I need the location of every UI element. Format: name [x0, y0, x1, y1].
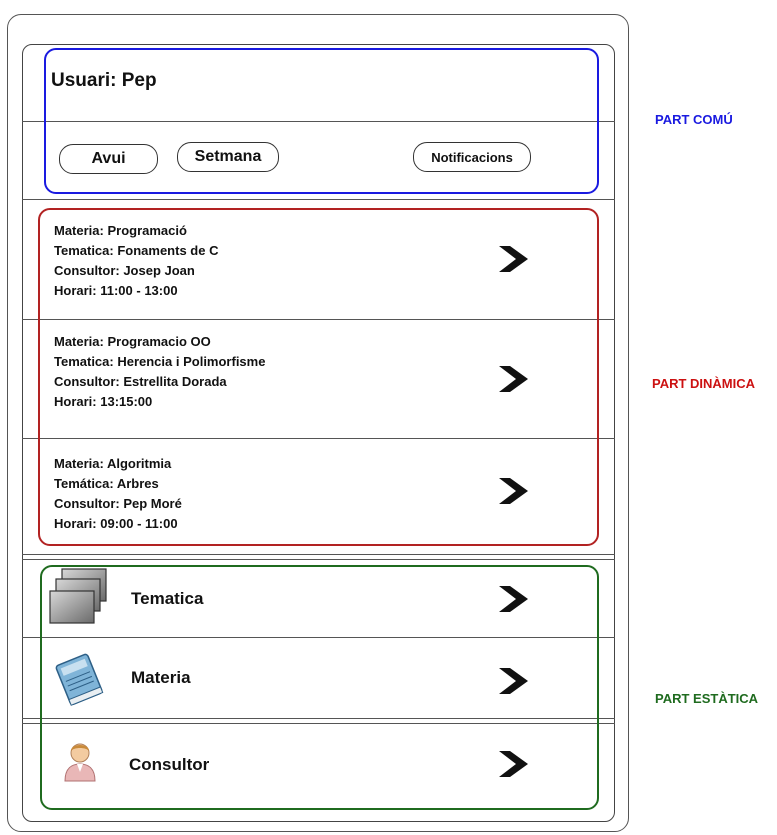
session-materia: Materia: Algoritmia: [54, 456, 172, 471]
session-tematica: Temática: Arbres: [54, 476, 159, 491]
session-horari: Horari: 13:15:00: [54, 394, 153, 409]
divider: [22, 554, 615, 555]
divider: [22, 559, 615, 560]
menu-item-consultor[interactable]: Consultor: [129, 755, 209, 775]
session-materia: Materia: Programacio OO: [54, 334, 211, 349]
book-icon: [50, 648, 110, 715]
session-consultor: Consultor: Estrellita Dorada: [54, 374, 227, 389]
stacked-layers-icon: [48, 567, 110, 634]
chevron-right-icon[interactable]: [497, 362, 531, 396]
divider: [22, 723, 615, 724]
divider: [22, 199, 615, 200]
session-item[interactable]: Materia: Programacio OO Tematica: Herenc…: [54, 332, 265, 412]
session-item[interactable]: Materia: Algoritmia Temática: Arbres Con…: [54, 454, 182, 534]
session-horari: Horari: 09:00 - 11:00: [54, 516, 178, 531]
common-part-label: PART COMÚ: [655, 112, 733, 127]
session-item[interactable]: Materia: Programació Tematica: Fonaments…: [54, 221, 218, 301]
session-tematica: Tematica: Fonaments de C: [54, 243, 219, 258]
week-button[interactable]: Setmana: [177, 142, 279, 172]
chevron-right-icon[interactable]: [497, 474, 531, 508]
dynamic-part-label: PART DINÀMICA: [652, 376, 756, 391]
divider: [22, 438, 615, 439]
static-part-label: PART ESTÀTICA: [655, 691, 759, 706]
person-icon: [62, 738, 98, 787]
menu-item-materia[interactable]: Materia: [131, 668, 191, 688]
session-consultor: Consultor: Josep Joan: [54, 263, 195, 278]
chevron-right-icon[interactable]: [497, 582, 531, 616]
session-tematica: Tematica: Herencia i Polimorfisme: [54, 354, 266, 369]
chevron-right-icon[interactable]: [497, 242, 531, 276]
today-button[interactable]: Avui: [59, 144, 158, 174]
session-consultor: Consultor: Pep Moré: [54, 496, 182, 511]
divider: [22, 718, 615, 719]
chevron-right-icon[interactable]: [497, 664, 531, 698]
session-horari: Horari: 11:00 - 13:00: [54, 283, 178, 298]
divider: [22, 319, 615, 320]
divider: [22, 121, 615, 122]
divider: [22, 637, 615, 638]
user-label: Usuari: Pep: [51, 70, 157, 91]
session-materia: Materia: Programació: [54, 223, 187, 238]
menu-item-tematica[interactable]: Tematica: [131, 589, 203, 609]
chevron-right-icon[interactable]: [497, 747, 531, 781]
notifications-button[interactable]: Notificacions: [413, 142, 531, 172]
